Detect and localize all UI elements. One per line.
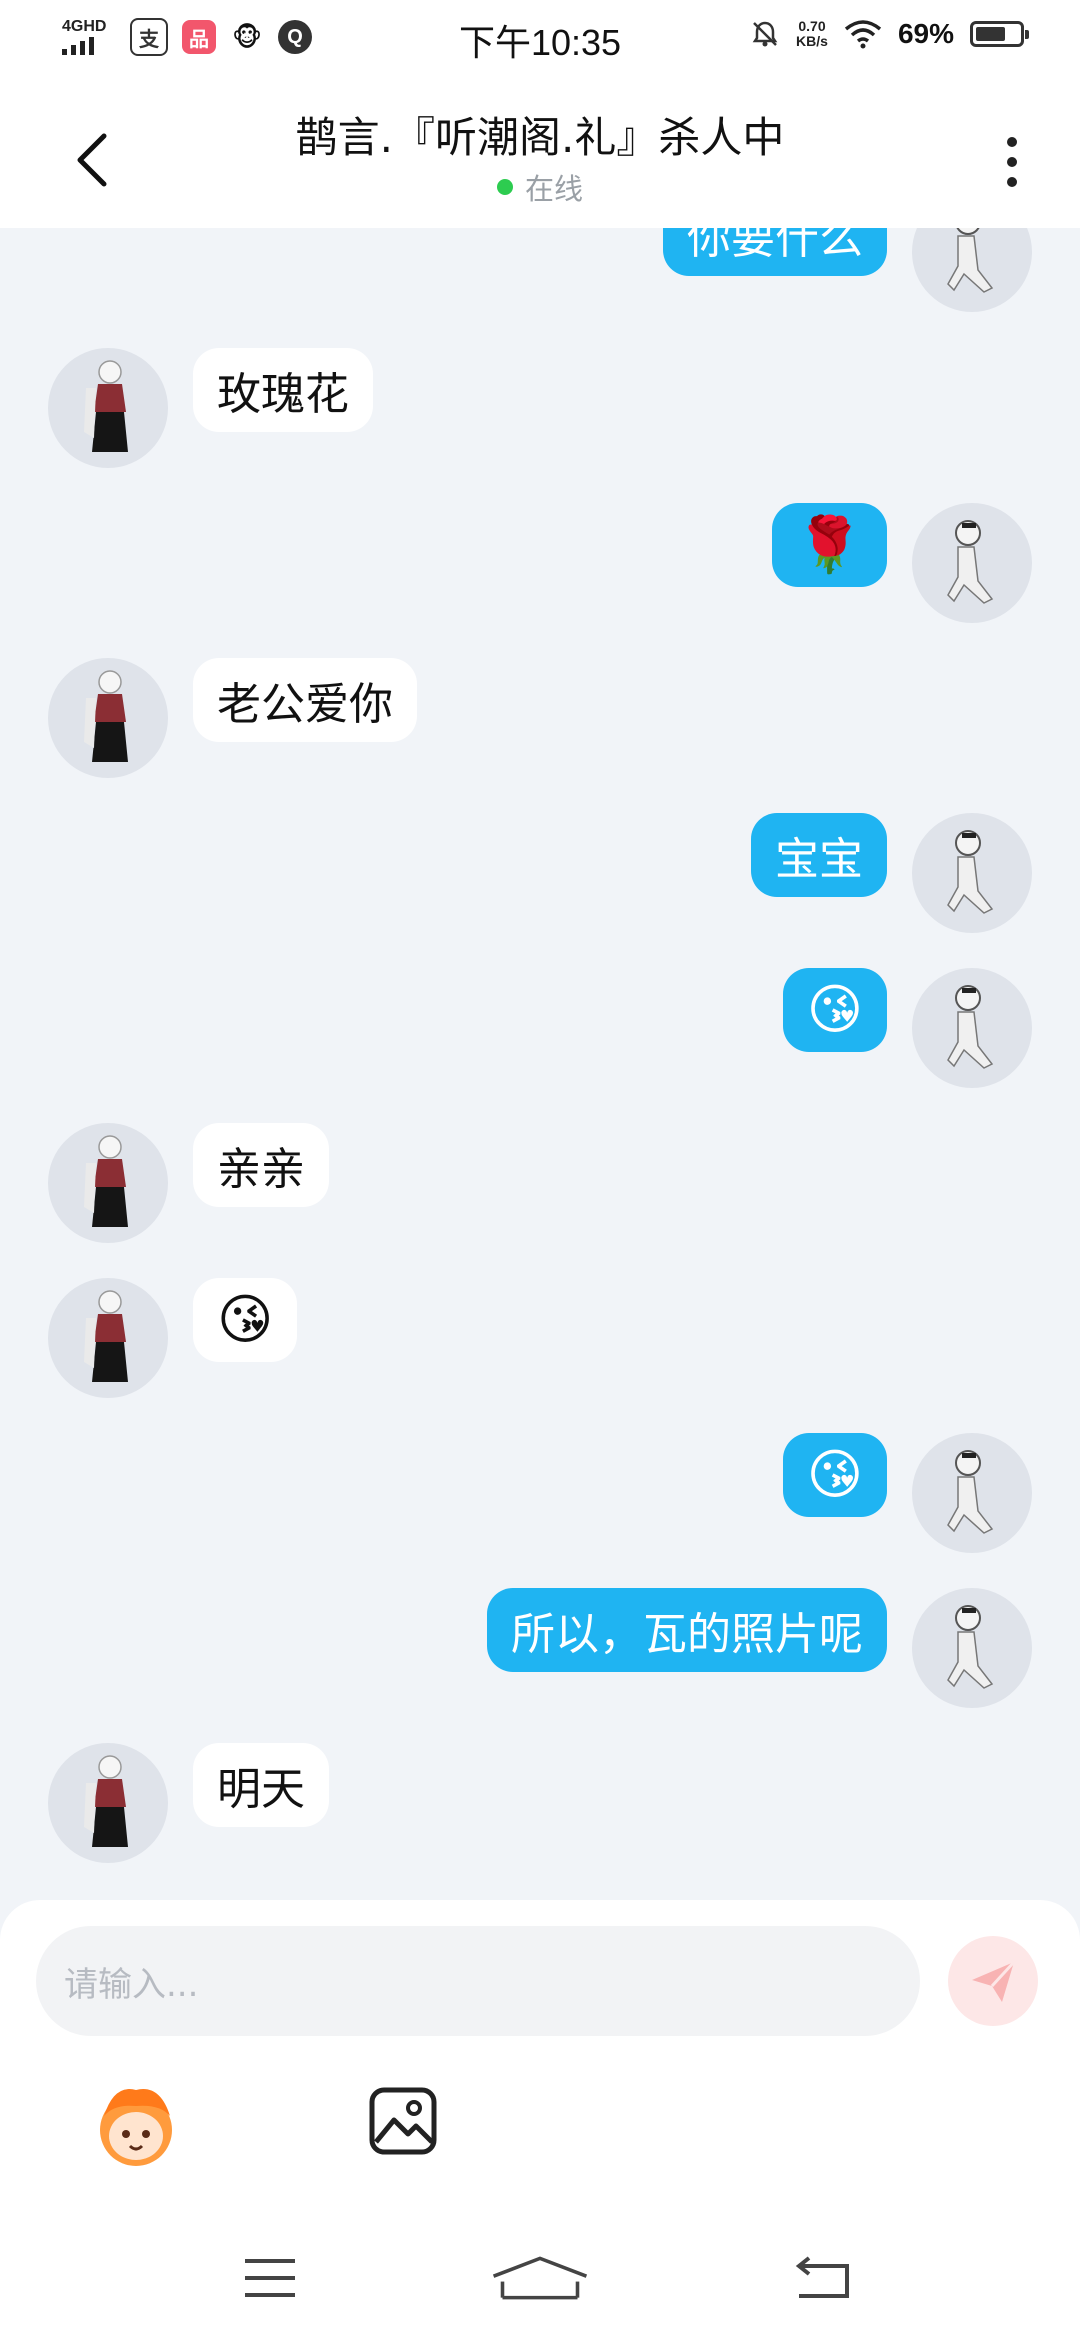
message-list[interactable]: 你要什么 玫瑰花 🌹 老公爱你 宝宝 😘 亲亲 😘 😘 所以，瓦的照片呢 明天: [0, 228, 1080, 1900]
contact-avatar[interactable]: [48, 348, 168, 468]
network-speed: 0.70 KB/s: [796, 18, 828, 49]
message-row: 老公爱你: [0, 658, 1080, 778]
my-avatar[interactable]: [912, 1588, 1032, 1708]
message-input[interactable]: 请输入...: [36, 1926, 920, 2036]
send-icon: [972, 1960, 1016, 2002]
mute-bell-icon: [752, 21, 778, 47]
chat-title: 鹊言.『听潮阁.礼』杀人中: [295, 113, 785, 162]
menu-button[interactable]: [220, 2248, 320, 2308]
my-avatar[interactable]: [912, 503, 1032, 623]
status-right-icons: 0.70 KB/s 69%: [750, 18, 1029, 50]
dot-icon: [1007, 157, 1017, 167]
message-row: 玫瑰花: [0, 348, 1080, 468]
message-row: 😘: [0, 1278, 1080, 1398]
kiss-emoji: 😘: [217, 1288, 274, 1351]
message-row: 😘: [0, 1433, 1080, 1553]
message-row: 明天: [0, 1743, 1080, 1863]
outgoing-message-bubble[interactable]: 你要什么: [663, 228, 887, 276]
message-row: 你要什么: [0, 228, 1080, 312]
home-icon: [492, 2256, 588, 2300]
incoming-message-bubble[interactable]: 玫瑰花: [193, 348, 373, 432]
outgoing-message-bubble[interactable]: 😘: [782, 968, 887, 1052]
incoming-message-bubble[interactable]: 亲亲: [193, 1123, 329, 1207]
online-dot-icon: [496, 179, 513, 195]
rose-emoji: 🌹: [795, 513, 863, 576]
emoji-sticker-icon: [100, 2089, 172, 2166]
outgoing-message-bubble[interactable]: 宝宝: [751, 813, 887, 897]
incoming-message-bubble[interactable]: 😘: [193, 1278, 298, 1362]
image-icon: [369, 2087, 437, 2155]
kiss-emoji: 😘: [806, 1443, 863, 1506]
battery-percent: 69%: [897, 18, 954, 49]
dot-icon: [1007, 177, 1017, 187]
outgoing-message-bubble[interactable]: 所以，瓦的照片呢: [487, 1588, 887, 1672]
back-nav-icon: [795, 2256, 849, 2298]
online-status: 在线: [0, 166, 1080, 208]
dot-icon: [1007, 137, 1017, 147]
incoming-message-bubble[interactable]: 明天: [193, 1743, 329, 1827]
message-row: 宝宝: [0, 813, 1080, 933]
my-avatar[interactable]: [912, 813, 1032, 933]
contact-avatar[interactable]: [48, 1743, 168, 1863]
message-row: 😘: [0, 968, 1080, 1088]
more-options-button[interactable]: [992, 122, 1032, 202]
menu-icon: [245, 2259, 295, 2297]
send-button[interactable]: [948, 1936, 1038, 2026]
image-button[interactable]: [368, 2086, 438, 2156]
chat-header: 鹊言.『听潮阁.礼』杀人中 在线: [0, 84, 1080, 228]
message-row: 所以，瓦的照片呢: [0, 1588, 1080, 1708]
my-avatar[interactable]: [912, 968, 1032, 1088]
home-button[interactable]: [490, 2248, 590, 2308]
emoji-sticker-button[interactable]: [90, 2080, 182, 2172]
wifi-icon: [844, 20, 882, 49]
online-status-label: 在线: [524, 172, 583, 206]
status-bar: 4GHD 支 品 🐵 Q 下午10:35 0.70 KB/s 69%: [0, 0, 1080, 84]
back-nav-button[interactable]: [774, 2248, 874, 2308]
message-row: 亲亲: [0, 1123, 1080, 1243]
kiss-emoji: 😘: [806, 978, 863, 1041]
system-navigation-bar: [0, 2190, 1080, 2340]
contact-avatar[interactable]: [48, 1123, 168, 1243]
message-row: 🌹: [0, 503, 1080, 623]
incoming-message-bubble[interactable]: 老公爱你: [193, 658, 417, 742]
my-avatar[interactable]: [912, 1433, 1032, 1553]
battery-icon: [970, 21, 1029, 47]
outgoing-message-bubble[interactable]: 🌹: [771, 503, 887, 587]
my-avatar[interactable]: [912, 228, 1032, 312]
message-input-placeholder: 请输入...: [64, 1964, 199, 2005]
contact-avatar[interactable]: [48, 1278, 168, 1398]
outgoing-message-bubble[interactable]: 😘: [782, 1433, 887, 1517]
contact-avatar[interactable]: [48, 658, 168, 778]
